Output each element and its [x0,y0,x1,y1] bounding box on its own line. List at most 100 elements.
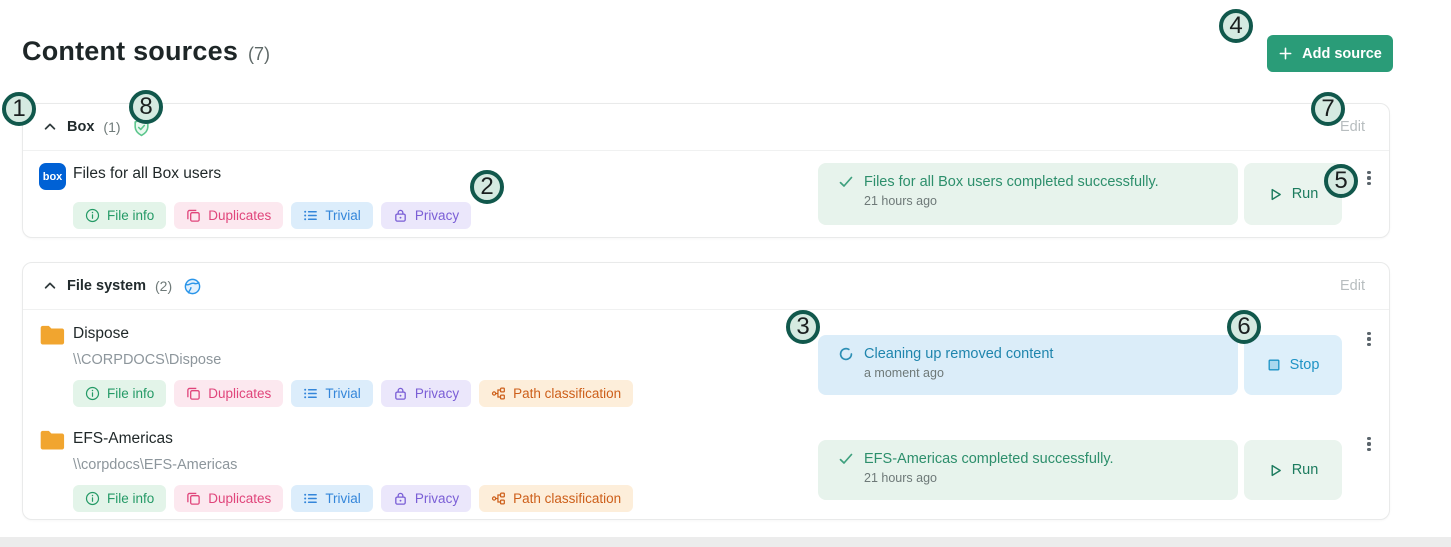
tag-list: File info Duplicates Trivial Privacy Pat… [73,485,633,512]
tag-label: Trivial [325,491,361,506]
tag-privacy: Privacy [381,485,471,512]
status-time: 21 hours ago [864,194,1238,208]
status-time: a moment ago [864,366,1238,380]
kebab-menu-button[interactable] [1360,431,1378,457]
tag-label: File info [107,491,154,506]
run-label: Run [1292,462,1319,478]
tag-path-classification: Path classification [479,485,633,512]
status-box: Files for all Box users completed succes… [818,163,1238,225]
annotation-circle-3: 3 [786,310,820,344]
duplicates-icon [186,208,201,223]
source-row-box-users: box Files for all Box users File info Du… [23,151,1389,238]
page-header: Content sources (7) [22,36,270,67]
status-time: 21 hours ago [864,471,1238,485]
tag-duplicates: Duplicates [174,380,283,407]
tag-path-classification: Path classification [479,380,633,407]
tag-label: File info [107,208,154,223]
tag-label: Duplicates [208,491,271,506]
lock-icon [393,208,408,223]
section-card-box: Box (1) Edit box Files for all Box users… [22,103,1390,238]
status-box: Cleaning up removed content a moment ago [818,335,1238,395]
annotation-circle-6: 6 [1227,310,1261,344]
status-text: Cleaning up removed content [864,346,1053,362]
tag-label: Privacy [415,386,459,401]
tag-label: Duplicates [208,208,271,223]
add-source-label: Add source [1302,46,1382,62]
section-title: File system [67,278,146,294]
globe-icon [183,277,202,296]
stop-icon [1267,358,1281,372]
section-header-file-system: File system (2) Edit [23,263,1389,310]
annotation-circle-1: 1 [2,92,36,126]
tag-label: Privacy [415,208,459,223]
annotation-circle-2: 2 [470,170,504,204]
status-box: EFS-Americas completed successfully. 21 … [818,440,1238,500]
tag-privacy: Privacy [381,202,471,229]
box-app-icon: box [39,163,66,190]
section-title: Box [67,119,94,135]
section-count: (2) [155,278,172,294]
kebab-menu-button[interactable] [1360,165,1378,191]
kebab-menu-button[interactable] [1360,326,1378,352]
content-sources-page: Content sources (7) Add source Box (1) E… [0,0,1451,547]
stop-button[interactable]: Stop [1244,335,1342,395]
tag-list: File info Duplicates Trivial Privacy Pat… [73,380,633,407]
bottom-strip [0,537,1451,547]
page-count: (7) [248,44,270,65]
tag-label: Path classification [513,386,621,401]
stop-label: Stop [1290,357,1320,373]
tag-label: File info [107,386,154,401]
collapse-chevron-icon[interactable] [42,278,58,294]
play-icon [1268,187,1283,202]
tag-trivial: Trivial [291,485,373,512]
tag-file-info: File info [73,485,166,512]
tag-label: Trivial [325,208,361,223]
source-title: Files for all Box users [73,165,221,183]
lock-icon [393,491,408,506]
hierarchy-icon [491,491,506,506]
annotation-circle-8: 8 [129,90,163,124]
section-count: (1) [103,119,120,135]
annotation-circle-7: 7 [1311,92,1345,126]
spinner-icon [838,346,854,362]
tag-trivial: Trivial [291,202,373,229]
tag-file-info: File info [73,380,166,407]
source-path: \\corpdocs\EFS-Americas [73,457,237,473]
info-icon [85,208,100,223]
add-source-button[interactable]: Add source [1267,35,1393,72]
check-icon [838,451,854,467]
run-label: Run [1292,186,1319,202]
folder-icon [39,324,66,352]
hierarchy-icon [491,386,506,401]
tag-label: Path classification [513,491,621,506]
tag-label: Duplicates [208,386,271,401]
source-title: Dispose [73,325,129,343]
plus-icon [1278,46,1293,61]
tag-trivial: Trivial [291,380,373,407]
duplicates-icon [186,491,201,506]
tag-list: File info Duplicates Trivial Privacy [73,202,471,229]
tag-privacy: Privacy [381,380,471,407]
edit-button[interactable]: Edit [1334,277,1371,295]
tag-duplicates: Duplicates [174,485,283,512]
section-card-file-system: File system (2) Edit Dispose \\CORPDOCS\… [22,262,1390,520]
folder-icon [39,429,66,457]
source-title: EFS-Americas [73,430,173,448]
play-icon [1268,463,1283,478]
source-path: \\CORPDOCS\Dispose [73,352,221,368]
list-icon [303,208,318,223]
info-icon [85,491,100,506]
lock-icon [393,386,408,401]
source-row-efs-americas: EFS-Americas \\corpdocs\EFS-Americas Fil… [23,415,1389,520]
collapse-chevron-icon[interactable] [42,119,58,135]
tag-duplicates: Duplicates [174,202,283,229]
section-header-box: Box (1) Edit [23,104,1389,151]
annotation-circle-5: 5 [1324,164,1358,198]
tag-label: Privacy [415,491,459,506]
check-icon [838,174,854,190]
source-row-dispose: Dispose \\CORPDOCS\Dispose File info Dup… [23,310,1389,415]
run-button[interactable]: Run [1244,440,1342,500]
annotation-circle-4: 4 [1219,9,1253,43]
status-text: EFS-Americas completed successfully. [864,451,1114,467]
duplicates-icon [186,386,201,401]
